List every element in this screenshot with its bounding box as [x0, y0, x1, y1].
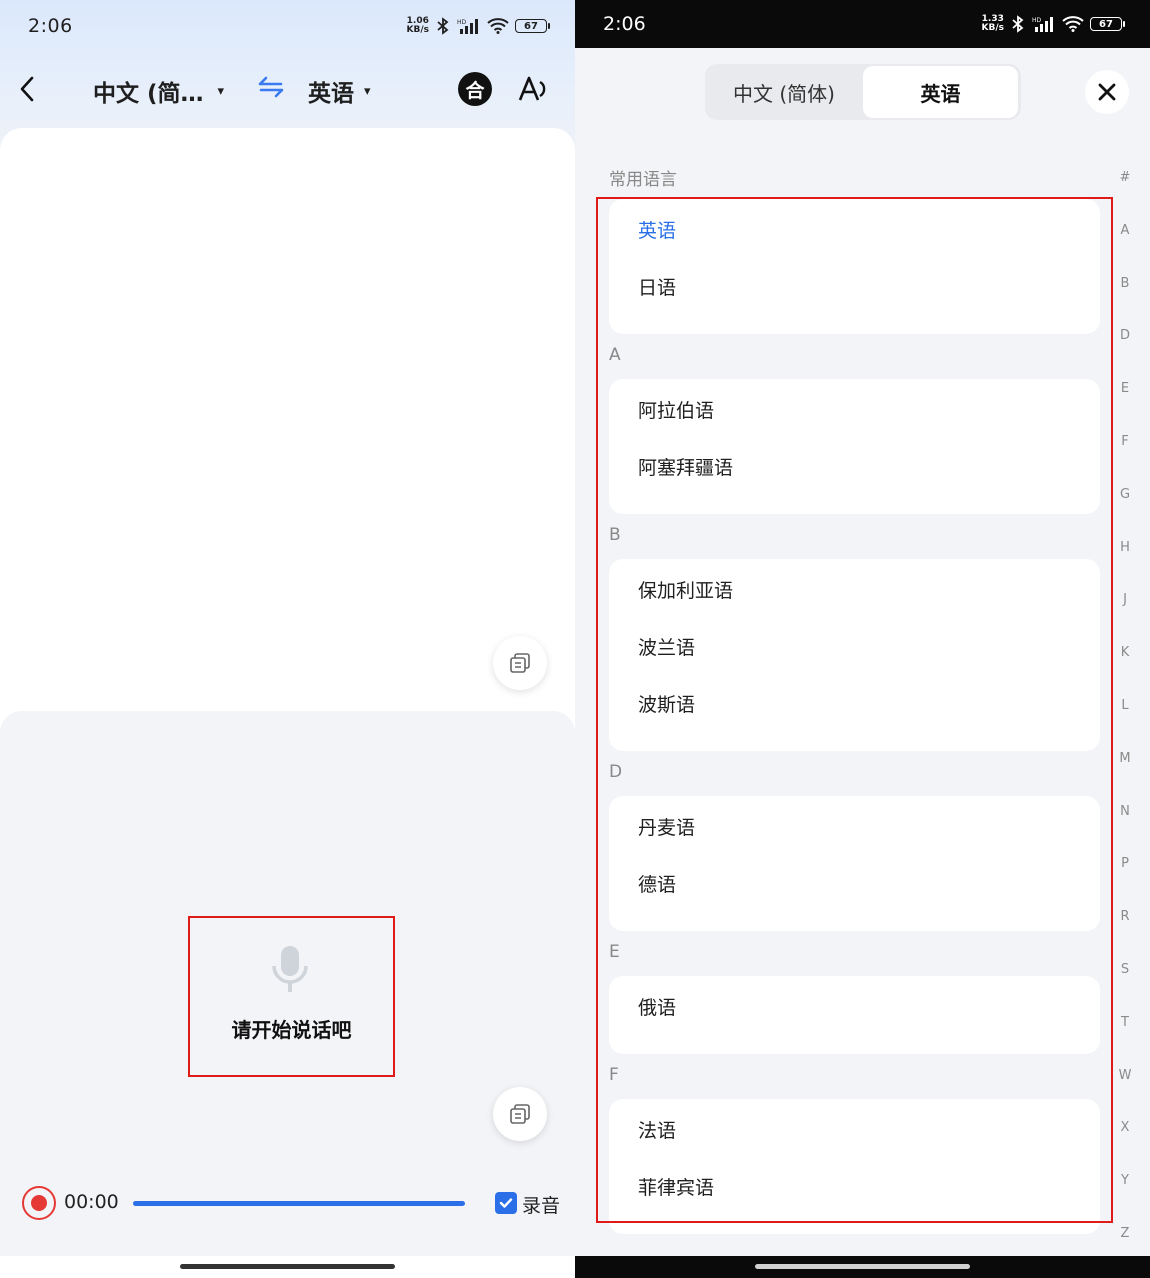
status-time: 2:06 [603, 13, 646, 35]
svg-text:HD: HD [1032, 17, 1042, 24]
index-letter[interactable]: F [1115, 434, 1135, 449]
signal-icon: HD [457, 19, 478, 34]
index-letter[interactable]: P [1115, 856, 1135, 871]
index-letter[interactable]: W [1115, 1068, 1135, 1083]
microphone-icon [272, 946, 308, 992]
chevron-left-icon [20, 76, 34, 102]
record-audio-checkbox[interactable] [495, 1192, 517, 1214]
bluetooth-icon [1012, 15, 1024, 33]
index-letter[interactable]: D [1115, 328, 1135, 343]
index-letter[interactable]: N [1115, 804, 1135, 819]
index-letter[interactable]: R [1115, 909, 1135, 924]
font-size-button[interactable] [516, 72, 552, 106]
translator-toolbar: 中文 (简… ▾ 英语 ▾ 合 [0, 64, 575, 114]
battery-icon: 67 [515, 19, 550, 33]
close-icon [1098, 83, 1116, 101]
close-button[interactable] [1085, 70, 1129, 114]
swap-languages-button[interactable] [258, 76, 284, 102]
index-letter[interactable]: Z [1115, 1226, 1135, 1241]
section-header: 常用语言 [609, 170, 677, 190]
copy-target-button[interactable] [493, 1087, 547, 1141]
language-list-highlight [596, 197, 1113, 1223]
index-letter[interactable]: B [1115, 276, 1135, 291]
index-letter[interactable]: H [1115, 540, 1135, 555]
record-icon [31, 1195, 47, 1211]
index-letter[interactable]: A [1115, 223, 1135, 238]
wifi-icon [487, 18, 509, 34]
translator-screen: 2:06 1.06 KB/s HD 67 中文 (简… ▾ 英语 ▾ 合 请开始… [0, 0, 575, 1278]
copy-icon [510, 1104, 530, 1124]
index-letter[interactable]: Y [1115, 1173, 1135, 1188]
index-letter[interactable]: G [1115, 487, 1135, 502]
record-button[interactable] [22, 1186, 56, 1220]
copy-source-button[interactable] [493, 636, 547, 690]
index-letter[interactable]: K [1115, 645, 1135, 660]
index-letter[interactable]: L [1115, 698, 1135, 713]
home-indicator[interactable] [180, 1264, 395, 1269]
status-bar: 2:06 1.06 KB/s HD 67 [0, 0, 575, 52]
status-icons: 1.06 KB/s HD 67 [406, 16, 550, 35]
language-picker-screen: 2:06 1.33 KB/s HD 67 中文 (简体) 英语 常用语言 英语 日语… [575, 0, 1150, 1278]
caret-down-icon: ▾ [364, 83, 371, 99]
tab-source-language[interactable]: 中文 (简体) [707, 66, 861, 118]
record-audio-label: 录音 [522, 1195, 561, 1217]
signal-icon: HD [1032, 17, 1053, 32]
speak-prompt: 请开始说话吧 [188, 916, 395, 1077]
source-language-selector[interactable]: 中文 (简… ▾ [93, 74, 224, 108]
index-letter[interactable]: X [1115, 1120, 1135, 1135]
copy-icon [510, 653, 530, 673]
index-letter[interactable]: J [1115, 592, 1135, 607]
speak-prompt-text: 请开始说话吧 [231, 1018, 352, 1042]
svg-text:HD: HD [457, 19, 467, 26]
font-size-icon [518, 76, 546, 101]
back-button[interactable] [12, 72, 42, 106]
index-letter[interactable]: E [1115, 381, 1135, 396]
battery-icon: 67 [1090, 17, 1125, 31]
checkmark-icon [499, 1198, 513, 1208]
target-language-label: 英语 [308, 81, 354, 107]
source-text-panel[interactable] [0, 128, 575, 728]
network-speed: 1.06 KB/s [406, 16, 429, 35]
index-letter[interactable]: # [1115, 170, 1135, 185]
target-language-selector[interactable]: 英语 ▾ [308, 74, 371, 108]
recording-progress [133, 1201, 465, 1206]
status-icons: 1.33 KB/s HD 67 [981, 14, 1125, 33]
caret-down-icon: ▾ [217, 83, 225, 99]
home-indicator[interactable] [755, 1264, 970, 1269]
index-letter[interactable]: M [1115, 751, 1135, 766]
index-letter[interactable]: T [1115, 1015, 1135, 1030]
recording-bar: 00:00 录音 [0, 1180, 575, 1226]
merge-mode-button[interactable]: 合 [458, 72, 492, 106]
recording-time: 00:00 [64, 1191, 119, 1213]
network-speed: 1.33 KB/s [981, 14, 1004, 33]
bluetooth-icon [437, 17, 449, 35]
status-bar: 2:06 1.33 KB/s HD 67 [575, 0, 1150, 48]
index-letter[interactable]: S [1115, 962, 1135, 977]
tab-target-language[interactable]: 英语 [863, 66, 1018, 118]
language-direction-toggle: 中文 (简体) 英语 [705, 64, 1021, 120]
swap-icon [258, 76, 284, 98]
status-time: 2:06 [28, 15, 73, 37]
source-language-label: 中文 (简… [93, 81, 204, 107]
wifi-icon [1062, 16, 1084, 32]
